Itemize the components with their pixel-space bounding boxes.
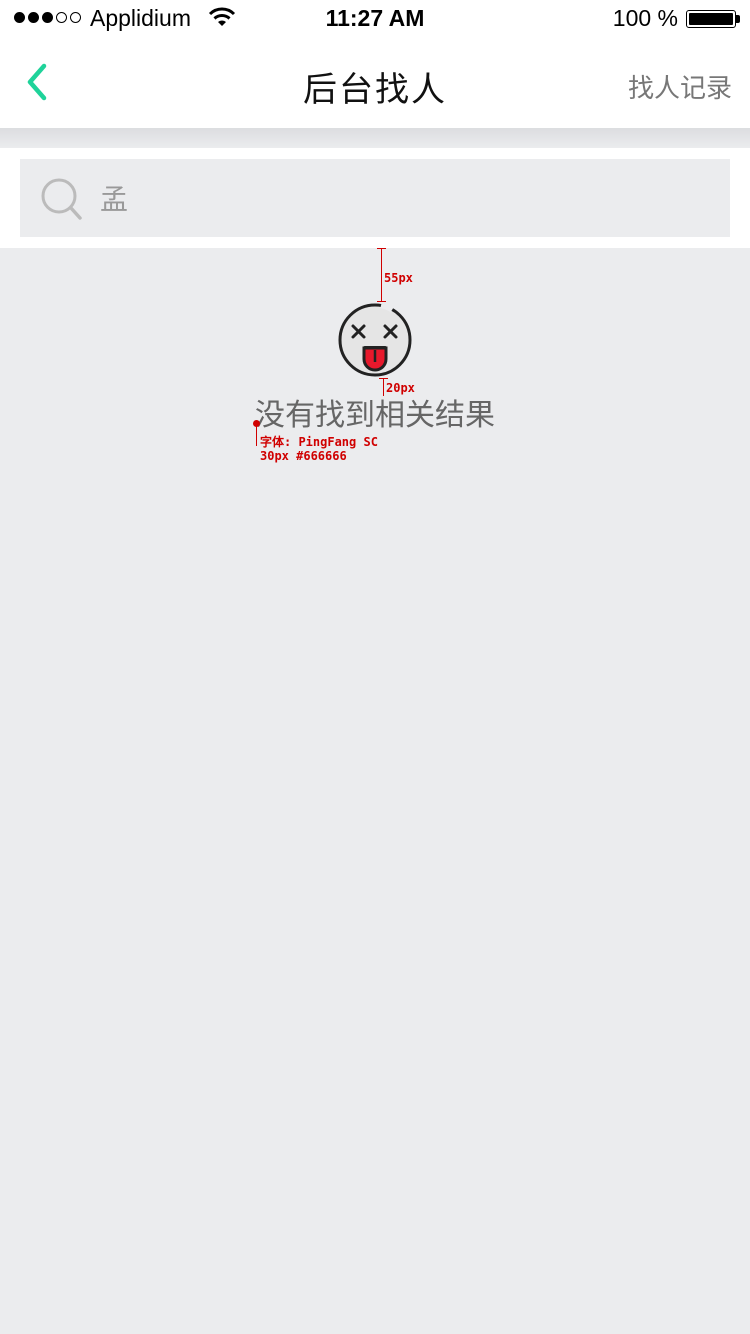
chevron-left-icon xyxy=(27,63,47,101)
search-history-button[interactable]: 找人记录 xyxy=(628,68,732,105)
dizzy-face-tongue-icon xyxy=(338,303,412,377)
battery-percentage: 100 % xyxy=(612,5,678,31)
search-input[interactable] xyxy=(100,177,700,219)
annotation-spacing-top: 55px xyxy=(384,271,413,285)
annotation-font-spec: 30px #666666 xyxy=(260,449,347,463)
annotation-line-top xyxy=(381,248,382,302)
annotation-line-bottom xyxy=(383,378,384,396)
back-button[interactable] xyxy=(18,60,58,104)
annotation-font-label: 字体: PingFang SC xyxy=(260,435,378,449)
search-bar[interactable] xyxy=(20,159,730,237)
annotation-tick xyxy=(379,378,388,379)
empty-state-message: 没有找到相关结果 xyxy=(255,399,495,432)
annotation-marker-line xyxy=(256,424,257,446)
annotation-tick xyxy=(377,301,386,302)
search-section xyxy=(0,148,750,248)
annotation-tick xyxy=(377,248,386,249)
nav-divider xyxy=(0,128,750,148)
annotation-spacing-bottom: 20px xyxy=(386,381,415,395)
nav-bar: 后台找人 找人记录 xyxy=(0,40,750,128)
search-icon xyxy=(41,178,82,220)
battery-icon xyxy=(686,10,736,28)
status-bar: Applidium 11:27 AM 100 % xyxy=(0,0,750,40)
battery-cap xyxy=(736,15,740,23)
